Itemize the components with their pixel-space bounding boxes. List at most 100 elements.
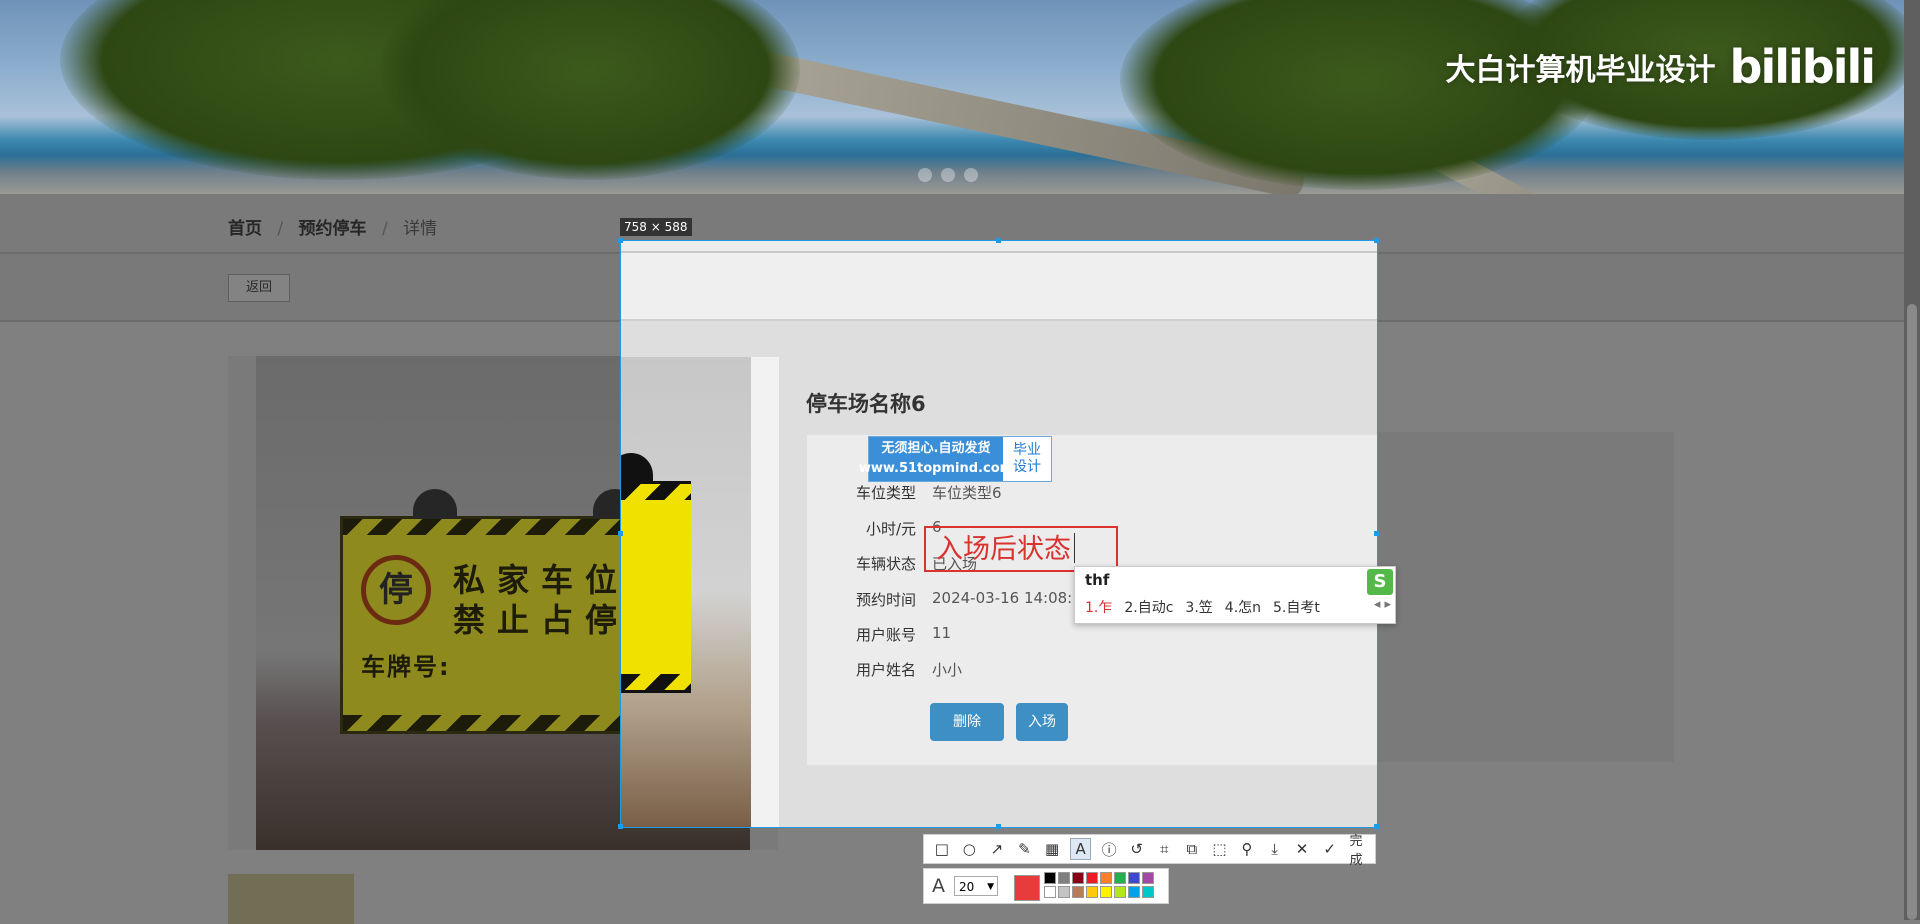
field-value: 2024-03-16 14:08: (932, 589, 1073, 607)
back-button[interactable]: 返回 (228, 274, 290, 302)
cancel-icon[interactable]: ✕ (1292, 839, 1312, 859)
screenshot-toolbar: □ ○ ↗ ✎ ▦ A ⓘ ↺ ⌗ ⧉ ⬚ ⚲ ⤓ ✕ ✓ 完成 (923, 834, 1376, 868)
page-scrollbar[interactable] (1904, 0, 1920, 920)
sign-plate-label: 车牌号: (361, 653, 451, 681)
chevron-down-icon: ▼ (987, 882, 994, 892)
ocr-icon[interactable]: ⬚ (1210, 839, 1230, 859)
breadcrumb: 首页 / 预约停车 / 详情 (228, 214, 437, 239)
resize-handle[interactable] (1374, 824, 1379, 829)
scrollbar-thumb[interactable] (1907, 304, 1917, 920)
resize-handle[interactable] (996, 824, 1001, 829)
field-value: 小小 (932, 661, 963, 679)
ellipse-icon[interactable]: ○ (960, 839, 980, 859)
done-icon[interactable]: ✓ (1320, 839, 1340, 859)
crop-icon[interactable]: ⌗ (1155, 839, 1175, 859)
arrow-icon[interactable]: ↗ (987, 839, 1007, 859)
breadcrumb-section[interactable]: 预约停车 (299, 219, 367, 239)
resize-handle[interactable] (618, 238, 623, 243)
carousel-dot[interactable] (941, 168, 955, 182)
color-palette (1044, 872, 1154, 898)
ime-candidate-window[interactable]: thf S 1.乍 2.自动c 3.笠 4.怎n 5.自考t ◂ ▸ (1074, 566, 1396, 624)
field-label: 用户姓名 (855, 661, 916, 679)
color-swatch[interactable] (1086, 872, 1098, 884)
breadcrumb-current: 详情 (403, 219, 438, 239)
rectangle-icon[interactable]: □ (932, 839, 952, 859)
watermark-ad: 无须担心.自动发货 www.51topmind.com 毕业 设计 (859, 436, 1052, 482)
font-size-icon: A (932, 875, 945, 897)
carousel-dots[interactable] (918, 168, 978, 182)
ime-page-nav[interactable]: ◂ ▸ (1374, 597, 1391, 612)
text-style-toolbar: A 20 ▼ (923, 868, 1169, 904)
breadcrumb-separator: / (381, 219, 388, 239)
header-banner: 大白计算机毕业设计 bilibili (0, 0, 1904, 194)
field-label: 车位类型 (855, 484, 916, 502)
color-swatch[interactable] (1058, 872, 1070, 884)
sogou-ime-icon: S (1367, 569, 1393, 595)
ime-candidate[interactable]: 5.自考t (1273, 597, 1320, 617)
color-swatch[interactable] (1114, 886, 1126, 898)
color-swatch[interactable] (1128, 886, 1140, 898)
delete-button[interactable]: 删除 (930, 703, 1004, 741)
enter-button[interactable]: 入场 (1016, 703, 1068, 741)
font-size-value: 20 (959, 880, 975, 894)
current-color[interactable] (1014, 875, 1040, 901)
parking-sign-image-visible (621, 357, 751, 827)
watermark-line-2: www.51topmind.com (858, 461, 1014, 476)
resize-handle[interactable] (996, 238, 1001, 243)
ime-composition: thf (1085, 571, 1110, 589)
font-size-select[interactable]: 20 ▼ (954, 876, 998, 896)
field-label: 用户账号 (855, 626, 916, 644)
color-swatch[interactable] (1044, 872, 1056, 884)
color-swatch[interactable] (1100, 872, 1112, 884)
sign-line-2: 禁止占停 (453, 601, 630, 639)
color-swatch[interactable] (1072, 886, 1084, 898)
field-label: 车辆状态 (855, 555, 916, 573)
mosaic-icon[interactable]: ▦ (1042, 839, 1062, 859)
parking-lot-title: 停车场名称6 (806, 392, 926, 416)
color-swatch[interactable] (1114, 872, 1126, 884)
field-label: 小时/元 (865, 520, 916, 538)
no-parking-icon: 停 (361, 555, 431, 625)
carousel-dot[interactable] (964, 168, 978, 182)
image-thumbnail[interactable] (228, 874, 354, 924)
bilibili-logo: bilibili (1729, 40, 1876, 94)
pin-icon[interactable]: ⚲ (1237, 839, 1257, 859)
resize-handle[interactable] (1374, 531, 1379, 536)
color-swatch[interactable] (1058, 886, 1070, 898)
color-swatch[interactable] (1072, 872, 1084, 884)
breadcrumb-home[interactable]: 首页 (228, 219, 262, 239)
undo-icon[interactable]: ↺ (1127, 839, 1147, 859)
selection-size-label: 758 × 588 (620, 218, 692, 236)
breadcrumb-separator: / (277, 219, 284, 239)
ime-candidate[interactable]: 3.笠 (1185, 597, 1212, 617)
color-swatch[interactable] (1100, 886, 1112, 898)
copy-icon[interactable]: ⧉ (1182, 839, 1202, 859)
watermark-right-1: 毕业 (1013, 442, 1041, 458)
color-swatch[interactable] (1128, 872, 1140, 884)
field-label: 预约时间 (855, 591, 916, 609)
brand-watermark: 大白计算机毕业设计 bilibili (1445, 40, 1876, 94)
field-value: 车位类型6 (932, 484, 1002, 502)
ime-candidates: 1.乍 2.自动c 3.笠 4.怎n 5.自考t (1085, 597, 1320, 617)
color-swatch[interactable] (1142, 886, 1154, 898)
save-icon[interactable]: ⤓ (1265, 839, 1285, 859)
text-caret (1074, 533, 1075, 563)
color-swatch[interactable] (1044, 886, 1056, 898)
watermark-line-1: 无须担心.自动发货 (881, 441, 991, 456)
watermark-right-2: 设计 (1013, 459, 1041, 475)
done-button[interactable]: 完成 (1349, 830, 1374, 868)
pen-icon[interactable]: ✎ (1015, 839, 1035, 859)
color-swatch[interactable] (1142, 872, 1154, 884)
ime-candidate[interactable]: 1.乍 (1085, 597, 1112, 617)
carousel-dot[interactable] (918, 168, 932, 182)
text-icon[interactable]: A (1069, 838, 1092, 860)
ime-candidate[interactable]: 2.自动c (1124, 597, 1173, 617)
ime-candidate[interactable]: 4.怎n (1225, 597, 1261, 617)
field-value: 11 (932, 624, 952, 642)
resize-handle[interactable] (618, 531, 623, 536)
color-swatch[interactable] (1086, 886, 1098, 898)
brand-text: 大白计算机毕业设计 (1445, 53, 1716, 88)
resize-handle[interactable] (1374, 238, 1379, 243)
number-icon[interactable]: ⓘ (1099, 839, 1119, 859)
resize-handle[interactable] (618, 824, 623, 829)
